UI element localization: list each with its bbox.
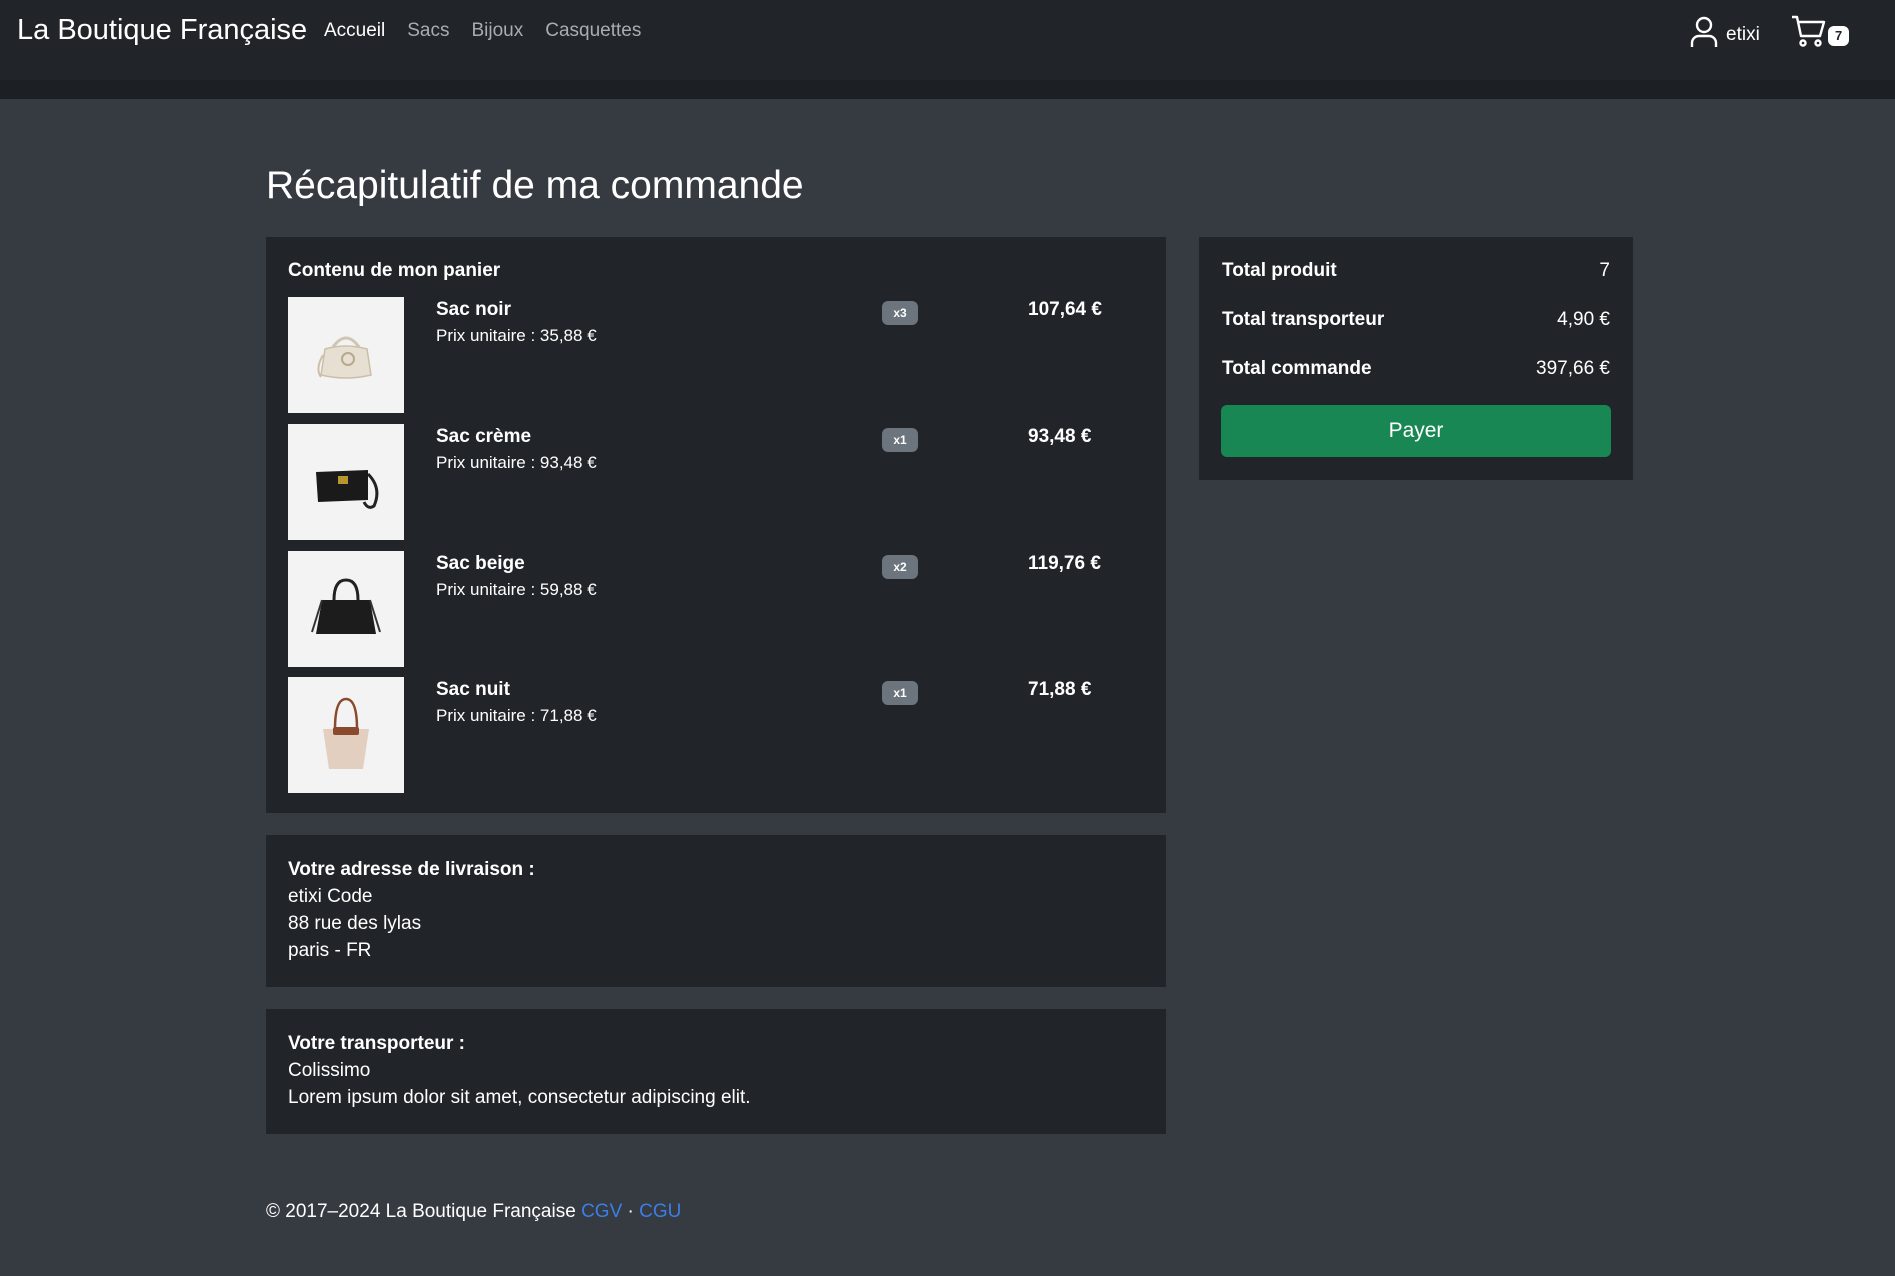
- brand-logo[interactable]: La Boutique Française: [17, 14, 307, 47]
- total-order-value: 397,66 €: [1536, 358, 1610, 379]
- order-summary-panel: Total produit 7 Total transporteur 4,90 …: [1199, 237, 1633, 480]
- item-name[interactable]: Sac nuit: [436, 679, 510, 701]
- pay-button[interactable]: Payer: [1221, 405, 1611, 457]
- page-title: Récapitulatif de ma commande: [266, 164, 804, 207]
- carrier-description: Lorem ipsum dolor sit amet, consectetur …: [288, 1087, 751, 1108]
- footer-link-cgu[interactable]: CGU: [639, 1201, 681, 1222]
- user-name: etixi: [1726, 23, 1760, 45]
- quantity-badge: x3: [882, 301, 918, 325]
- total-product-value: 7: [1599, 260, 1610, 281]
- item-unit-price: Prix unitaire : 93,48 €: [436, 453, 597, 472]
- cart-item: Sac beige Prix unitaire : 59,88 € x2 119…: [288, 551, 1148, 667]
- total-carrier-row: Total transporteur 4,90 €: [1222, 309, 1610, 331]
- footer-link-cgv[interactable]: CGV: [581, 1201, 622, 1222]
- total-product-label: Total produit: [1222, 260, 1337, 281]
- address-line: paris - FR: [288, 940, 372, 961]
- product-image-black-shoulder-bag: [288, 424, 404, 540]
- cart-item: Sac crème Prix unitaire : 93,48 € x1 93,…: [288, 424, 1148, 540]
- item-name[interactable]: Sac beige: [436, 553, 525, 575]
- carrier-title: Votre transporteur :: [288, 1033, 466, 1054]
- cart-icon: [1790, 14, 1826, 53]
- total-carrier-label: Total transporteur: [1222, 309, 1385, 330]
- cart-heading: Contenu de mon panier: [288, 260, 501, 281]
- cart-item: Sac nuit Prix unitaire : 71,88 € x1 71,8…: [288, 677, 1148, 793]
- user-icon: [1690, 16, 1718, 53]
- cart-contents-panel: Contenu de mon panier Sac noir Prix unit…: [266, 237, 1166, 813]
- product-image-black-tote-bag: [288, 551, 404, 667]
- delivery-address-panel: Votre adresse de livraison : etixi Code …: [266, 835, 1166, 987]
- product-image-beige-tote-bag: [288, 677, 404, 793]
- address-line: 88 rue des lylas: [288, 913, 422, 934]
- quantity-badge: x1: [882, 428, 918, 452]
- item-unit-price: Prix unitaire : 59,88 €: [436, 580, 597, 599]
- product-image-cream-handbag: [288, 297, 404, 413]
- cart-count-badge: 7: [1828, 25, 1850, 46]
- item-name[interactable]: Sac crème: [436, 426, 531, 448]
- nav-link-bijoux[interactable]: Bijoux: [472, 20, 524, 42]
- total-order-row: Total commande 397,66 €: [1222, 358, 1610, 380]
- total-order-label: Total commande: [1222, 358, 1372, 379]
- footer-separator: ·: [627, 1201, 634, 1222]
- cart-item: Sac noir Prix unitaire : 35,88 € x3 107,…: [288, 297, 1148, 413]
- quantity-badge: x2: [882, 555, 918, 579]
- address-line: etixi Code: [288, 886, 373, 907]
- total-product-row: Total produit 7: [1222, 260, 1610, 282]
- cart-link[interactable]: 7: [1790, 14, 1850, 53]
- total-carrier-value: 4,90 €: [1557, 309, 1610, 330]
- carrier-panel: Votre transporteur : Colissimo Lorem ips…: [266, 1009, 1166, 1134]
- main-nav: Accueil Sacs Bijoux Casquettes: [324, 20, 641, 42]
- item-total: 93,48 €: [1028, 426, 1092, 447]
- carrier-name: Colissimo: [288, 1060, 371, 1081]
- item-name[interactable]: Sac noir: [436, 299, 511, 321]
- nav-link-accueil[interactable]: Accueil: [324, 20, 385, 42]
- item-total: 119,76 €: [1028, 553, 1101, 574]
- footer: © 2017–2024 La Boutique Française CGV · …: [266, 1201, 681, 1223]
- account-link[interactable]: etixi: [1690, 16, 1760, 53]
- nav-link-sacs[interactable]: Sacs: [407, 20, 449, 42]
- top-navbar: La Boutique Française Accueil Sacs Bijou…: [0, 0, 1895, 99]
- item-unit-price: Prix unitaire : 35,88 €: [436, 326, 597, 345]
- navbar-shadow: [0, 80, 1895, 99]
- footer-copyright: © 2017–2024 La Boutique Française: [266, 1201, 576, 1222]
- item-unit-price: Prix unitaire : 71,88 €: [436, 706, 597, 725]
- address-title: Votre adresse de livraison :: [288, 859, 535, 880]
- item-total: 71,88 €: [1028, 679, 1092, 700]
- quantity-badge: x1: [882, 681, 918, 705]
- nav-link-casquettes[interactable]: Casquettes: [545, 20, 641, 42]
- item-total: 107,64 €: [1028, 299, 1102, 320]
